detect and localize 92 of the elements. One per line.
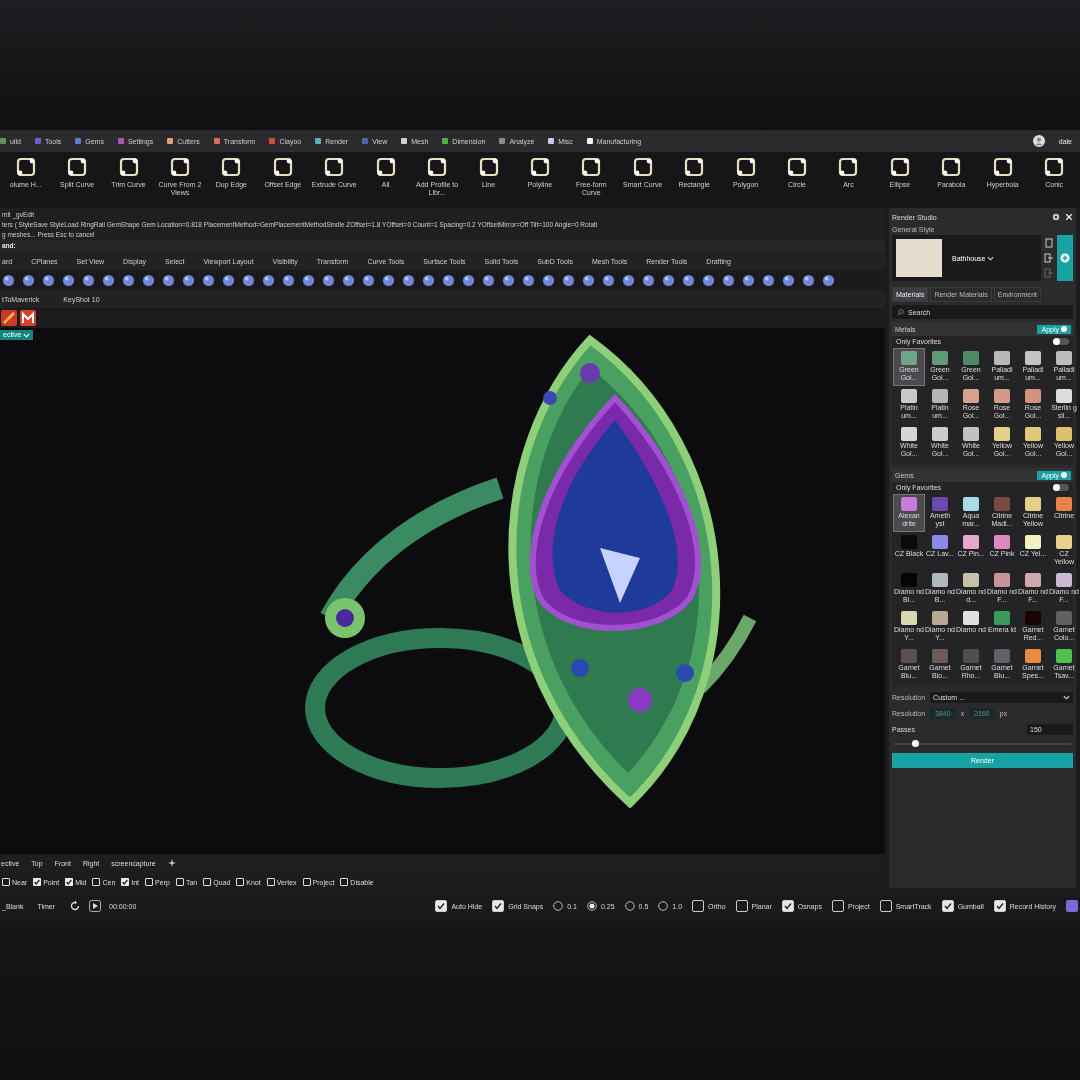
caret-icon (987, 254, 995, 262)
tool-icon (117, 156, 140, 178)
sphere-icon[interactable] (642, 273, 655, 287)
favorites-toggle[interactable] (1053, 338, 1069, 345)
sphere-icon[interactable] (262, 273, 275, 287)
sphere-icon[interactable] (282, 273, 295, 287)
sphere-icon[interactable] (82, 273, 95, 287)
checkbox[interactable] (65, 878, 74, 886)
plus-icon (1060, 253, 1070, 263)
sphere-icon[interactable] (62, 273, 75, 287)
settings-icon[interactable] (1052, 213, 1060, 221)
refresh-icon[interactable] (69, 900, 82, 912)
tool-icon (631, 156, 654, 178)
sphere-icon[interactable] (142, 273, 155, 287)
tool-icon (323, 156, 346, 178)
tool-icon (991, 156, 1014, 178)
sphere-icon[interactable] (542, 273, 555, 287)
tool-icon (683, 156, 706, 178)
tool-icon (734, 156, 757, 178)
sphere-icon[interactable] (582, 273, 595, 287)
circle-icon (1061, 472, 1067, 478)
plugin-icon[interactable] (20, 310, 36, 326)
sphere-icon[interactable] (222, 273, 235, 287)
sphere-icon[interactable] (202, 273, 215, 287)
tool-icon (786, 156, 809, 178)
sphere-icon[interactable] (662, 273, 675, 287)
sphere-icon[interactable] (702, 273, 715, 287)
sphere-icon[interactable] (502, 273, 515, 287)
caret-icon (1063, 694, 1070, 701)
tool-icon (271, 156, 294, 178)
radio-button[interactable] (658, 901, 669, 911)
tool-icon (374, 156, 397, 178)
export-icon[interactable] (1044, 253, 1054, 263)
sphere-icon[interactable] (482, 273, 495, 287)
circle-icon (1061, 326, 1067, 332)
slider-thumb[interactable] (912, 740, 920, 747)
tool-icon (477, 156, 500, 178)
tool-icon (940, 156, 963, 178)
radio-button[interactable] (624, 901, 635, 911)
tool-icon (528, 156, 551, 178)
checkbox[interactable] (33, 878, 42, 886)
user-avatar-icon[interactable] (1032, 135, 1045, 147)
add-icon[interactable] (167, 859, 176, 867)
sphere-icon[interactable] (522, 273, 535, 287)
radio-button[interactable] (553, 901, 564, 911)
checkbox[interactable] (121, 878, 130, 886)
play-icon[interactable] (89, 900, 102, 912)
tool-icon (426, 156, 449, 178)
radio-button[interactable] (586, 901, 597, 911)
sphere-icon[interactable] (382, 273, 395, 287)
sphere-icon[interactable] (442, 273, 455, 287)
tool-icon (888, 156, 911, 178)
sphere-icon[interactable] (742, 273, 755, 287)
sphere-icon[interactable] (622, 273, 635, 287)
tool-icon (14, 156, 37, 178)
add-style-button[interactable] (1057, 235, 1073, 281)
sphere-icon[interactable] (602, 273, 615, 287)
tool-icon (66, 156, 89, 178)
document-icon[interactable] (1044, 237, 1054, 248)
sphere-icon[interactable] (782, 273, 795, 287)
sphere-icon[interactable] (462, 273, 475, 287)
tool-icon (168, 156, 191, 178)
sphere-icon[interactable] (682, 273, 695, 287)
tool-icon (837, 156, 860, 178)
sphere-icon[interactable] (242, 273, 255, 287)
sphere-icon[interactable] (342, 273, 355, 287)
sphere-icon[interactable] (422, 273, 435, 287)
favorites-toggle[interactable] (1053, 484, 1069, 491)
sphere-icon[interactable] (122, 273, 135, 287)
sphere-icon[interactable] (42, 273, 55, 287)
app-icon[interactable] (1066, 900, 1078, 912)
ring-thumbnail (896, 239, 942, 277)
sphere-icon[interactable] (362, 273, 375, 287)
sphere-icon[interactable] (402, 273, 415, 287)
sphere-icon[interactable] (322, 273, 335, 287)
sphere-icon[interactable] (822, 273, 835, 287)
sphere-icon[interactable] (2, 273, 15, 287)
sphere-icon[interactable] (762, 273, 775, 287)
tool-icon (220, 156, 243, 178)
sphere-icon[interactable] (102, 273, 115, 287)
sphere-icon[interactable] (182, 273, 195, 287)
sphere-icon[interactable] (302, 273, 315, 287)
tool-icon (580, 156, 603, 178)
sphere-icon[interactable] (22, 273, 35, 287)
tool-icon (1043, 156, 1066, 178)
close-icon[interactable] (1065, 213, 1073, 221)
sphere-icon[interactable] (562, 273, 575, 287)
sphere-icon[interactable] (802, 273, 815, 287)
sphere-icon[interactable] (722, 273, 735, 287)
caret-icon (23, 331, 31, 339)
sphere-icon[interactable] (162, 273, 175, 287)
plugin-icon[interactable] (1, 310, 17, 326)
